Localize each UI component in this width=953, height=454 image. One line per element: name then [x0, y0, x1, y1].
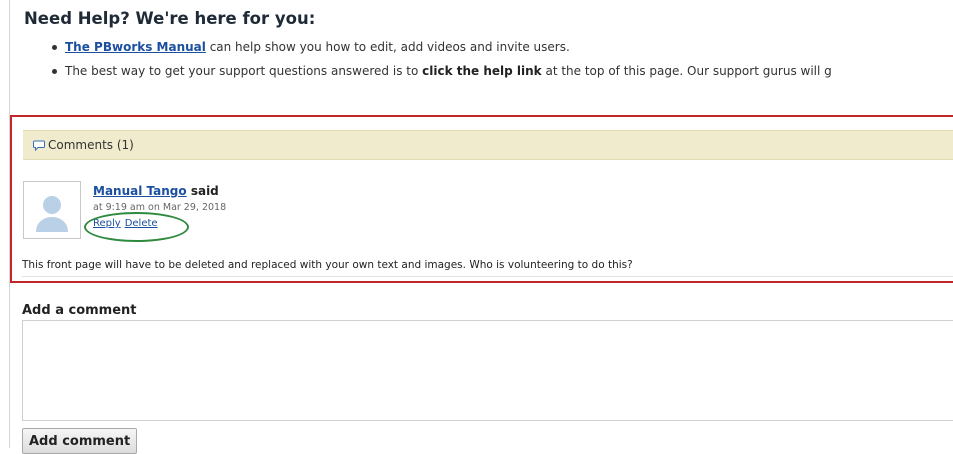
comment-author-link[interactable]: Manual Tango: [93, 184, 187, 198]
comments-count-label: Comments (1): [48, 138, 134, 152]
delete-link[interactable]: Delete: [125, 218, 158, 229]
add-comment-button[interactable]: Add comment: [22, 428, 138, 454]
comments-header[interactable]: Comments (1): [23, 130, 953, 160]
comments-section: Comments (1) Manual Tango said at 9:19 a…: [10, 115, 953, 283]
pbworks-manual-link[interactable]: The PBworks Manual: [65, 40, 206, 54]
comment-divider: [22, 276, 953, 277]
comment-body: This front page will have to be deleted …: [22, 259, 633, 271]
user-silhouette-icon: [24, 182, 80, 238]
avatar: [23, 181, 81, 239]
help-heading: Need Help? We're here for you:: [24, 9, 316, 28]
comment-author-line: Manual Tango said: [93, 184, 219, 198]
add-comment-heading: Add a comment: [22, 303, 137, 318]
help-item-support-text-b: at the top of this page. Our support gur…: [541, 64, 832, 78]
help-item-manual-text: can help show you how to edit, add video…: [205, 40, 570, 54]
help-item-support-text-a: The best way to get your support questio…: [65, 64, 423, 78]
help-list: The PBworks Manual can help show you how…: [52, 37, 832, 85]
help-item-support-bold: click the help link: [422, 64, 542, 78]
help-item-support: The best way to get your support questio…: [52, 61, 832, 85]
add-comment-textarea[interactable]: [22, 320, 953, 421]
comment-said-label: said: [190, 184, 219, 198]
comment-timestamp: at 9:19 am on Mar 29, 2018: [93, 202, 227, 213]
comment-bubble-icon: [33, 140, 45, 151]
reply-link[interactable]: Reply: [93, 218, 121, 229]
comment-actions: Reply Delete: [93, 218, 162, 229]
help-item-manual: The PBworks Manual can help show you how…: [52, 37, 832, 61]
